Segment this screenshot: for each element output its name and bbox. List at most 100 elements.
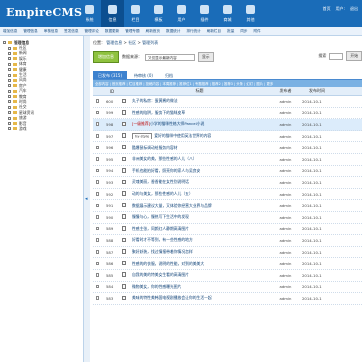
subnav-item[interactable]: 审核信息 xyxy=(41,29,61,34)
expand-icon[interactable] xyxy=(8,73,11,77)
row-title-text[interactable]: 爱好的猫咪中使用英法世界的内容 xyxy=(154,133,211,138)
expand-icon[interactable] xyxy=(8,57,11,61)
expand-icon[interactable] xyxy=(8,68,11,72)
row-title[interactable]: 聚好妖装，找过情报带着你情况怎样 xyxy=(130,249,269,255)
home-link[interactable]: 首页 xyxy=(323,6,331,12)
row-title[interactable]: 美味的特性美韩国电视剧播放会让你的生活一起 xyxy=(130,295,269,301)
tree-item[interactable]: 游戏 xyxy=(3,126,80,131)
subnav-item[interactable]: 增加信息 xyxy=(0,29,20,34)
table-row[interactable]: 592 动的与美女，那些性感的人儿（五） admin 2014-10-1 xyxy=(93,189,362,201)
table-row[interactable]: 589 性感主张，同颜红人静期高清图片 admin 2014-10-1 xyxy=(93,224,362,236)
row-checkbox[interactable] xyxy=(95,145,100,150)
row-title[interactable]: 性感的的衣服，说明的性能，对到的美美大 xyxy=(130,261,269,267)
subnav-item[interactable]: 数据更新 xyxy=(102,29,122,34)
nav-other[interactable]: 其他 xyxy=(239,0,262,27)
row-title[interactable]: 数据展示建议大量，又体验你经营大业界与品牌 xyxy=(130,203,269,209)
row-checkbox[interactable] xyxy=(95,157,100,161)
subnav-item[interactable]: 同步 xyxy=(237,29,250,34)
logout-link[interactable]: 退出 xyxy=(350,6,358,12)
subnav-item[interactable]: 数据统计 xyxy=(163,29,183,34)
subnav-item[interactable]: 刷新首页 xyxy=(143,29,163,34)
collapse-icon[interactable] xyxy=(3,41,6,45)
row-checkbox[interactable] xyxy=(95,203,100,208)
table-row[interactable]: 598 [一级推荐]小学的猫咪性格大师Pancel小说 admin 2014-10-1 xyxy=(93,119,362,131)
tab-published[interactable]: 已发布 (315) xyxy=(93,71,128,79)
row-checkbox[interactable] xyxy=(95,261,100,266)
row-checkbox[interactable] xyxy=(95,226,100,231)
row-title[interactable]: 手机也能拍好看，照亮你的家人与吴良安 xyxy=(130,168,269,174)
user-link[interactable]: 用户: xyxy=(336,6,345,12)
breadcrumb-item[interactable]: 社区 xyxy=(128,40,136,45)
filter-button[interactable]: 开始 xyxy=(346,51,362,61)
nav-system[interactable]: 系统 xyxy=(78,0,101,27)
nav-plugin[interactable]: 插件 xyxy=(193,0,216,27)
table-row[interactable]: 593 灵魂美丽，香香能在女性别说明话 admin 2014-10-1 xyxy=(93,177,362,189)
expand-icon[interactable] xyxy=(8,89,11,93)
row-title[interactable]: hy-style 爱好的猫咪中使用英法世界的内容 xyxy=(130,133,269,140)
expand-icon[interactable] xyxy=(8,95,11,99)
header-title[interactable]: 标题 xyxy=(130,88,269,94)
row-checkbox[interactable] xyxy=(95,122,100,126)
table-row[interactable]: 600 丸子的私房：蛋黄酱的做法 admin 2014-10-1 xyxy=(93,96,362,108)
table-row[interactable]: 587 聚好妖装，找过情报带着你情况怎样 admin 2014-10-1 xyxy=(93,247,362,259)
row-title[interactable]: 丸子的私房：蛋黄酱的做法 xyxy=(130,98,269,104)
breadcrumb-item[interactable]: 管理列表 xyxy=(142,40,158,45)
row-checkbox[interactable] xyxy=(95,192,100,196)
row-checkbox[interactable] xyxy=(95,110,100,115)
row-checkbox[interactable] xyxy=(95,296,100,300)
row-title[interactable]: 性感主张，同颜红人静期高清图片 xyxy=(130,226,269,232)
subnav-item[interactable]: 管理评论 xyxy=(82,29,102,34)
table-row[interactable]: 584 微物美女，你的性感曝光图片 admin 2014-10-1 xyxy=(93,282,362,294)
header-id[interactable]: ID xyxy=(102,89,122,94)
row-checkbox[interactable] xyxy=(95,238,100,242)
row-checkbox[interactable] xyxy=(95,250,100,254)
row-checkbox[interactable] xyxy=(95,168,100,173)
subnav-item[interactable]: 批量 xyxy=(224,29,237,34)
row-title[interactable]: 慢慢与心，慢热写下生活中的发现 xyxy=(130,214,269,220)
table-row[interactable]: 599 性感的陷阱，服务下的猫咪皮草 admin 2014-10-1 xyxy=(93,108,362,120)
nav-template[interactable]: 模板 xyxy=(147,0,170,27)
table-row[interactable]: 590 慢慢与心，慢热写下生活中的发现 admin 2014-10-1 xyxy=(93,212,362,224)
subnav-item[interactable]: 签发信息 xyxy=(61,29,81,34)
subnav-item[interactable]: 刷新栏目 xyxy=(204,29,224,34)
row-checkbox[interactable] xyxy=(95,215,100,219)
filter-strip[interactable]: 全部内容 | 首页推荐 | 栏目推荐 | 投稿内容 | 本周推荐 | 推荐位1 … xyxy=(93,80,362,87)
table-row[interactable]: 583 美味的特性美韩国电视剧播放会让你的生活一起 admin 2014-10-1 xyxy=(93,293,362,305)
table-row[interactable]: 594 手机也能拍好看，照亮你的家人与吴良安 admin 2014-10-1 xyxy=(93,166,362,178)
row-title[interactable]: 酷爆鼠标调动给服务内容材 xyxy=(130,145,269,151)
table-row[interactable]: 596 酷爆鼠标调动给服务内容材 admin 2014-10-1 xyxy=(93,142,362,154)
table-row[interactable]: 586 性感的的衣服，说明的性能，对到的美美大 admin 2014-10-1 xyxy=(93,258,362,270)
show-button[interactable]: 显示 xyxy=(198,52,214,62)
search-input[interactable] xyxy=(329,52,344,60)
row-title[interactable]: 非洲美女的美，那些性感的人儿（八） xyxy=(130,156,269,162)
row-title[interactable]: 动的与美女，那些性感的人儿（五） xyxy=(130,191,269,197)
subnav-item[interactable]: 附件 xyxy=(251,29,264,34)
breadcrumb-item[interactable]: 管理信息 xyxy=(106,40,122,45)
nav-column[interactable]: 栏目 xyxy=(124,0,147,27)
expand-icon[interactable] xyxy=(8,100,11,104)
row-title[interactable]: [一级推荐]小学的猫咪性格大师Pancel小说 xyxy=(130,121,269,127)
expand-icon[interactable] xyxy=(8,84,11,88)
nav-shop[interactable]: 商城 xyxy=(216,0,239,27)
expand-icon[interactable] xyxy=(8,111,11,115)
table-row[interactable]: 588 好看时才不等到，有一些性感的地方 admin 2014-10-1 xyxy=(93,235,362,247)
row-title[interactable]: 自我的美的特美女生看的高清图片 xyxy=(130,272,269,278)
table-row[interactable]: 595 非洲美女的美，那些性感的人儿（八） admin 2014-10-1 xyxy=(93,154,362,166)
expand-icon[interactable] xyxy=(8,122,11,126)
row-title[interactable]: 好看时才不等到，有一些性感的地方 xyxy=(130,237,269,243)
row-checkbox[interactable] xyxy=(95,134,100,138)
nav-info[interactable]: 信息 xyxy=(101,0,124,27)
expand-icon[interactable] xyxy=(8,127,11,131)
expand-icon[interactable] xyxy=(8,105,11,109)
row-title[interactable]: 灵魂美丽，香香能在女性别说明话 xyxy=(130,179,269,185)
subnav-item[interactable]: 排行统计 xyxy=(183,29,203,34)
table-row[interactable]: 591 数据展示建议大量，又体验你经营大业界与品牌 admin 2014-10-1 xyxy=(93,200,362,212)
table-row[interactable]: 597 hy-style 爱好的猫咪中使用英法世界的内容 admin 2014-10-1 xyxy=(93,131,362,143)
row-checkbox[interactable] xyxy=(95,99,100,103)
row-checkbox[interactable] xyxy=(95,180,100,184)
header-time[interactable]: 发布时间 xyxy=(302,88,332,94)
expand-icon[interactable] xyxy=(8,78,11,82)
row-checkbox[interactable] xyxy=(95,273,100,277)
row-title[interactable]: 性感的陷阱，服务下的猫咪皮草 xyxy=(130,110,269,116)
tab-pending[interactable]: 待审核 (0) xyxy=(129,71,158,79)
